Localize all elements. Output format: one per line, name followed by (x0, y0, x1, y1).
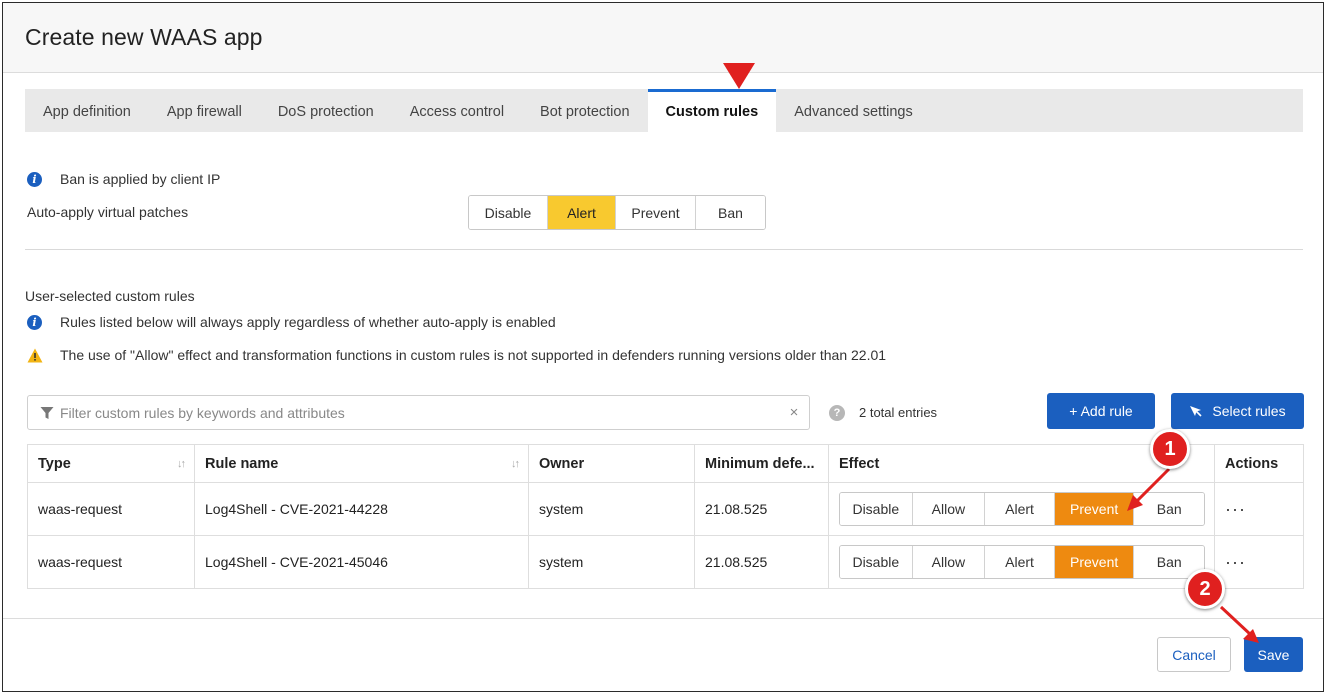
cell-type: waas-request (27, 535, 195, 589)
tab-dos-protection[interactable]: DoS protection (260, 89, 392, 132)
sort-icon[interactable]: ↓↑ (177, 458, 186, 470)
tab-app-definition[interactable]: App definition (25, 89, 149, 132)
cursor-select-icon (1190, 406, 1202, 417)
auto-apply-label: Auto-apply virtual patches (27, 204, 189, 220)
warning-icon (27, 348, 43, 362)
column-header-type[interactable]: Type ↓↑ (27, 444, 195, 483)
user-rules-heading: User-selected custom rules (25, 288, 195, 304)
dialog: Create new WAAS app App definition App f… (2, 2, 1324, 692)
annotation-marker-1: 1 (1150, 429, 1190, 469)
effect-allow[interactable]: Allow (912, 546, 986, 578)
effect-prevent[interactable]: Prevent (1054, 546, 1135, 578)
row-actions-menu[interactable]: ··· (1214, 482, 1304, 536)
tab-access-control[interactable]: Access control (392, 89, 522, 132)
dialog-header: Create new WAAS app (3, 3, 1323, 73)
tab-bot-protection[interactable]: Bot protection (522, 89, 647, 132)
cell-owner: system (528, 535, 695, 589)
annotation-marker-2: 2 (1185, 569, 1225, 609)
filter-field: × (27, 395, 810, 430)
dialog-title: Create new WAAS app (25, 24, 263, 50)
cell-min-defender: 21.08.525 (694, 482, 829, 536)
annotation-arrow-2-icon (1219, 605, 1259, 643)
sort-icon[interactable]: ↓↑ (511, 458, 520, 470)
user-rules-info: i Rules listed below will always apply r… (27, 314, 556, 330)
info-icon: i (27, 171, 42, 187)
tab-bar: App definition App firewall DoS protecti… (25, 89, 1303, 132)
effect-disable[interactable]: Disable (840, 493, 913, 525)
section-divider (25, 249, 1303, 250)
column-header-actions: Actions (1214, 444, 1304, 483)
cell-type: waas-request (27, 482, 195, 536)
tab-app-firewall[interactable]: App firewall (149, 89, 260, 132)
effect-allow[interactable]: Allow (912, 493, 986, 525)
cell-rule-name: Log4Shell - CVE-2021-45046 (194, 535, 529, 589)
column-header-rule-name[interactable]: Rule name ↓↑ (194, 444, 529, 483)
user-rules-warning-text: The use of "Allow" effect and transforma… (60, 347, 887, 363)
cell-effect: Disable Allow Alert Prevent Ban (828, 535, 1215, 589)
footer-divider (3, 618, 1323, 619)
tab-advanced-settings[interactable]: Advanced settings (776, 89, 931, 132)
tab-custom-rules[interactable]: Custom rules (647, 89, 777, 132)
effect-toggle: Disable Allow Alert Prevent Ban (839, 545, 1205, 579)
add-rule-button[interactable]: + Add rule (1047, 393, 1155, 429)
annotation-arrow-down-icon (723, 63, 755, 89)
help-icon[interactable]: ? (829, 405, 845, 421)
effect-alert[interactable]: Alert (985, 493, 1055, 525)
user-rules-info-text: Rules listed below will always apply reg… (60, 314, 556, 330)
auto-apply-disable[interactable]: Disable (469, 196, 548, 229)
cell-min-defender: 21.08.525 (694, 535, 829, 589)
filter-input[interactable] (54, 396, 779, 429)
cell-rule-name: Log4Shell - CVE-2021-44228 (194, 482, 529, 536)
table-row: waas-request Log4Shell - CVE-2021-45046 … (27, 535, 1304, 589)
select-rules-button[interactable]: Select rules (1171, 393, 1304, 429)
total-entries: 2 total entries (859, 405, 938, 420)
auto-apply-ban[interactable]: Ban (696, 196, 765, 229)
effect-alert[interactable]: Alert (985, 546, 1055, 578)
annotation-arrow-1-icon (1127, 467, 1171, 511)
column-header-min-defender: Minimum defe... (694, 444, 829, 483)
auto-apply-toggle: Disable Alert Prevent Ban (468, 195, 766, 230)
row-actions-menu[interactable]: ··· (1214, 535, 1304, 589)
cell-owner: system (528, 482, 695, 536)
ban-info: i Ban is applied by client IP (27, 171, 220, 187)
clear-filter-icon[interactable]: × (779, 404, 809, 421)
user-rules-warning: The use of "Allow" effect and transforma… (27, 347, 886, 363)
auto-apply-alert[interactable]: Alert (548, 196, 616, 229)
column-header-owner: Owner (528, 444, 695, 483)
auto-apply-prevent[interactable]: Prevent (616, 196, 696, 229)
filter-icon (40, 406, 54, 419)
effect-disable[interactable]: Disable (840, 546, 913, 578)
info-icon: i (27, 314, 42, 330)
ban-info-text: Ban is applied by client IP (60, 171, 221, 187)
